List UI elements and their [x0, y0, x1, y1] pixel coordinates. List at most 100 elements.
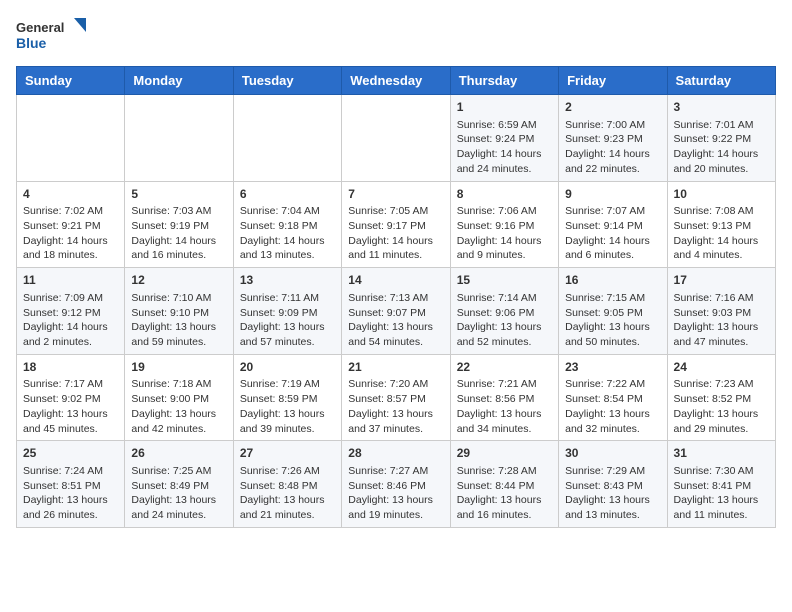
day-info: Sunrise: 7:25 AM Sunset: 8:49 PM Dayligh…	[131, 464, 226, 523]
day-info: Sunrise: 7:19 AM Sunset: 8:59 PM Dayligh…	[240, 377, 335, 436]
day-number: 16	[565, 272, 660, 289]
day-info: Sunrise: 7:22 AM Sunset: 8:54 PM Dayligh…	[565, 377, 660, 436]
weekday-header-thursday: Thursday	[450, 67, 558, 95]
day-number: 25	[23, 445, 118, 462]
calendar-cell: 12 Sunrise: 7:10 AM Sunset: 9:10 PM Dayli…	[125, 268, 233, 355]
calendar-cell	[233, 95, 341, 182]
day-info: Sunrise: 7:08 AM Sunset: 9:13 PM Dayligh…	[674, 204, 769, 263]
day-info: Sunrise: 7:03 AM Sunset: 9:19 PM Dayligh…	[131, 204, 226, 263]
day-info: Sunrise: 7:18 AM Sunset: 9:00 PM Dayligh…	[131, 377, 226, 436]
calendar-cell: 20Sunrise: 7:19 AM Sunset: 8:59 PM Dayli…	[233, 354, 341, 441]
day-info: Sunrise: 7:16 AM Sunset: 9:03 PM Dayligh…	[674, 291, 769, 350]
day-number: 14	[348, 272, 443, 289]
calendar-week-5: 25 Sunrise: 7:24 AM Sunset: 8:51 PM Dayli…	[17, 441, 776, 528]
weekday-header-wednesday: Wednesday	[342, 67, 450, 95]
calendar-cell: 15Sunrise: 7:14 AM Sunset: 9:06 PM Dayli…	[450, 268, 558, 355]
day-number: 21	[348, 359, 443, 376]
calendar-cell: 30 Sunrise: 7:29 AM Sunset: 8:43 PM Dayli…	[559, 441, 667, 528]
calendar-table: SundayMondayTuesdayWednesdayThursdayFrid…	[16, 66, 776, 528]
day-number: 20	[240, 359, 335, 376]
calendar-cell: 29Sunrise: 7:28 AM Sunset: 8:44 PM Dayli…	[450, 441, 558, 528]
day-info: Sunrise: 7:00 AM Sunset: 9:23 PM Dayligh…	[565, 118, 660, 177]
logo: General Blue	[16, 16, 86, 54]
calendar-cell: 10Sunrise: 7:08 AM Sunset: 9:13 PM Dayli…	[667, 181, 775, 268]
day-info: Sunrise: 7:15 AM Sunset: 9:05 PM Dayligh…	[565, 291, 660, 350]
calendar-cell: 5Sunrise: 7:03 AM Sunset: 9:19 PM Daylig…	[125, 181, 233, 268]
calendar-cell: 24Sunrise: 7:23 AM Sunset: 8:52 PM Dayli…	[667, 354, 775, 441]
calendar-cell: 1 Sunrise: 6:59 AM Sunset: 9:24 PM Daylig…	[450, 95, 558, 182]
weekday-header-monday: Monday	[125, 67, 233, 95]
calendar-cell: 17 Sunrise: 7:16 AM Sunset: 9:03 PM Dayli…	[667, 268, 775, 355]
calendar-cell: 7Sunrise: 7:05 AM Sunset: 9:17 PM Daylig…	[342, 181, 450, 268]
weekday-header-sunday: Sunday	[17, 67, 125, 95]
weekday-header-friday: Friday	[559, 67, 667, 95]
page-header: General Blue	[16, 16, 776, 54]
day-info: Sunrise: 7:11 AM Sunset: 9:09 PM Dayligh…	[240, 291, 335, 350]
calendar-cell	[125, 95, 233, 182]
day-number: 19	[131, 359, 226, 376]
calendar-cell: 9Sunrise: 7:07 AM Sunset: 9:14 PM Daylig…	[559, 181, 667, 268]
calendar-cell: 25 Sunrise: 7:24 AM Sunset: 8:51 PM Dayli…	[17, 441, 125, 528]
calendar-cell	[342, 95, 450, 182]
calendar-cell: 16 Sunrise: 7:15 AM Sunset: 9:05 PM Dayli…	[559, 268, 667, 355]
calendar-cell: 4Sunrise: 7:02 AM Sunset: 9:21 PM Daylig…	[17, 181, 125, 268]
day-info: Sunrise: 7:30 AM Sunset: 8:41 PM Dayligh…	[674, 464, 769, 523]
calendar-cell: 26 Sunrise: 7:25 AM Sunset: 8:49 PM Dayli…	[125, 441, 233, 528]
calendar-cell: 22Sunrise: 7:21 AM Sunset: 8:56 PM Dayli…	[450, 354, 558, 441]
day-number: 26	[131, 445, 226, 462]
weekday-header-saturday: Saturday	[667, 67, 775, 95]
calendar-cell: 21Sunrise: 7:20 AM Sunset: 8:57 PM Dayli…	[342, 354, 450, 441]
day-info: Sunrise: 7:27 AM Sunset: 8:46 PM Dayligh…	[348, 464, 443, 523]
calendar-cell: 8Sunrise: 7:06 AM Sunset: 9:16 PM Daylig…	[450, 181, 558, 268]
day-info: Sunrise: 7:02 AM Sunset: 9:21 PM Dayligh…	[23, 204, 118, 263]
day-info: Sunrise: 7:23 AM Sunset: 8:52 PM Dayligh…	[674, 377, 769, 436]
day-number: 23	[565, 359, 660, 376]
calendar-cell: 19Sunrise: 7:18 AM Sunset: 9:00 PM Dayli…	[125, 354, 233, 441]
day-number: 22	[457, 359, 552, 376]
svg-text:General: General	[16, 20, 64, 35]
day-info: Sunrise: 7:07 AM Sunset: 9:14 PM Dayligh…	[565, 204, 660, 263]
calendar-cell: 6Sunrise: 7:04 AM Sunset: 9:18 PM Daylig…	[233, 181, 341, 268]
day-info: Sunrise: 7:13 AM Sunset: 9:07 PM Dayligh…	[348, 291, 443, 350]
day-number: 8	[457, 186, 552, 203]
weekday-header-tuesday: Tuesday	[233, 67, 341, 95]
day-number: 24	[674, 359, 769, 376]
calendar-cell: 14 Sunrise: 7:13 AM Sunset: 9:07 PM Dayli…	[342, 268, 450, 355]
day-number: 6	[240, 186, 335, 203]
day-info: Sunrise: 7:29 AM Sunset: 8:43 PM Dayligh…	[565, 464, 660, 523]
calendar-cell: 18Sunrise: 7:17 AM Sunset: 9:02 PM Dayli…	[17, 354, 125, 441]
day-info: Sunrise: 7:05 AM Sunset: 9:17 PM Dayligh…	[348, 204, 443, 263]
day-number: 30	[565, 445, 660, 462]
day-info: Sunrise: 7:09 AM Sunset: 9:12 PM Dayligh…	[23, 291, 118, 350]
day-number: 5	[131, 186, 226, 203]
day-info: Sunrise: 7:17 AM Sunset: 9:02 PM Dayligh…	[23, 377, 118, 436]
calendar-cell: 2 Sunrise: 7:00 AM Sunset: 9:23 PM Daylig…	[559, 95, 667, 182]
day-info: Sunrise: 6:59 AM Sunset: 9:24 PM Dayligh…	[457, 118, 552, 177]
day-number: 4	[23, 186, 118, 203]
day-number: 7	[348, 186, 443, 203]
day-number: 15	[457, 272, 552, 289]
calendar-cell: 13Sunrise: 7:11 AM Sunset: 9:09 PM Dayli…	[233, 268, 341, 355]
day-number: 11	[23, 272, 118, 289]
calendar-week-1: 1 Sunrise: 6:59 AM Sunset: 9:24 PM Daylig…	[17, 95, 776, 182]
day-info: Sunrise: 7:26 AM Sunset: 8:48 PM Dayligh…	[240, 464, 335, 523]
logo-svg: General Blue	[16, 16, 86, 54]
day-info: Sunrise: 7:10 AM Sunset: 9:10 PM Dayligh…	[131, 291, 226, 350]
calendar-cell: 31 Sunrise: 7:30 AM Sunset: 8:41 PM Dayli…	[667, 441, 775, 528]
day-number: 29	[457, 445, 552, 462]
day-number: 31	[674, 445, 769, 462]
day-number: 12	[131, 272, 226, 289]
day-info: Sunrise: 7:24 AM Sunset: 8:51 PM Dayligh…	[23, 464, 118, 523]
calendar-week-3: 11 Sunrise: 7:09 AM Sunset: 9:12 PM Dayli…	[17, 268, 776, 355]
day-number: 17	[674, 272, 769, 289]
day-number: 2	[565, 99, 660, 116]
day-number: 28	[348, 445, 443, 462]
calendar-cell: 23Sunrise: 7:22 AM Sunset: 8:54 PM Dayli…	[559, 354, 667, 441]
day-info: Sunrise: 7:01 AM Sunset: 9:22 PM Dayligh…	[674, 118, 769, 177]
day-info: Sunrise: 7:06 AM Sunset: 9:16 PM Dayligh…	[457, 204, 552, 263]
day-info: Sunrise: 7:21 AM Sunset: 8:56 PM Dayligh…	[457, 377, 552, 436]
calendar-cell: 3Sunrise: 7:01 AM Sunset: 9:22 PM Daylig…	[667, 95, 775, 182]
calendar-cell: 11 Sunrise: 7:09 AM Sunset: 9:12 PM Dayli…	[17, 268, 125, 355]
day-number: 10	[674, 186, 769, 203]
day-number: 1	[457, 99, 552, 116]
